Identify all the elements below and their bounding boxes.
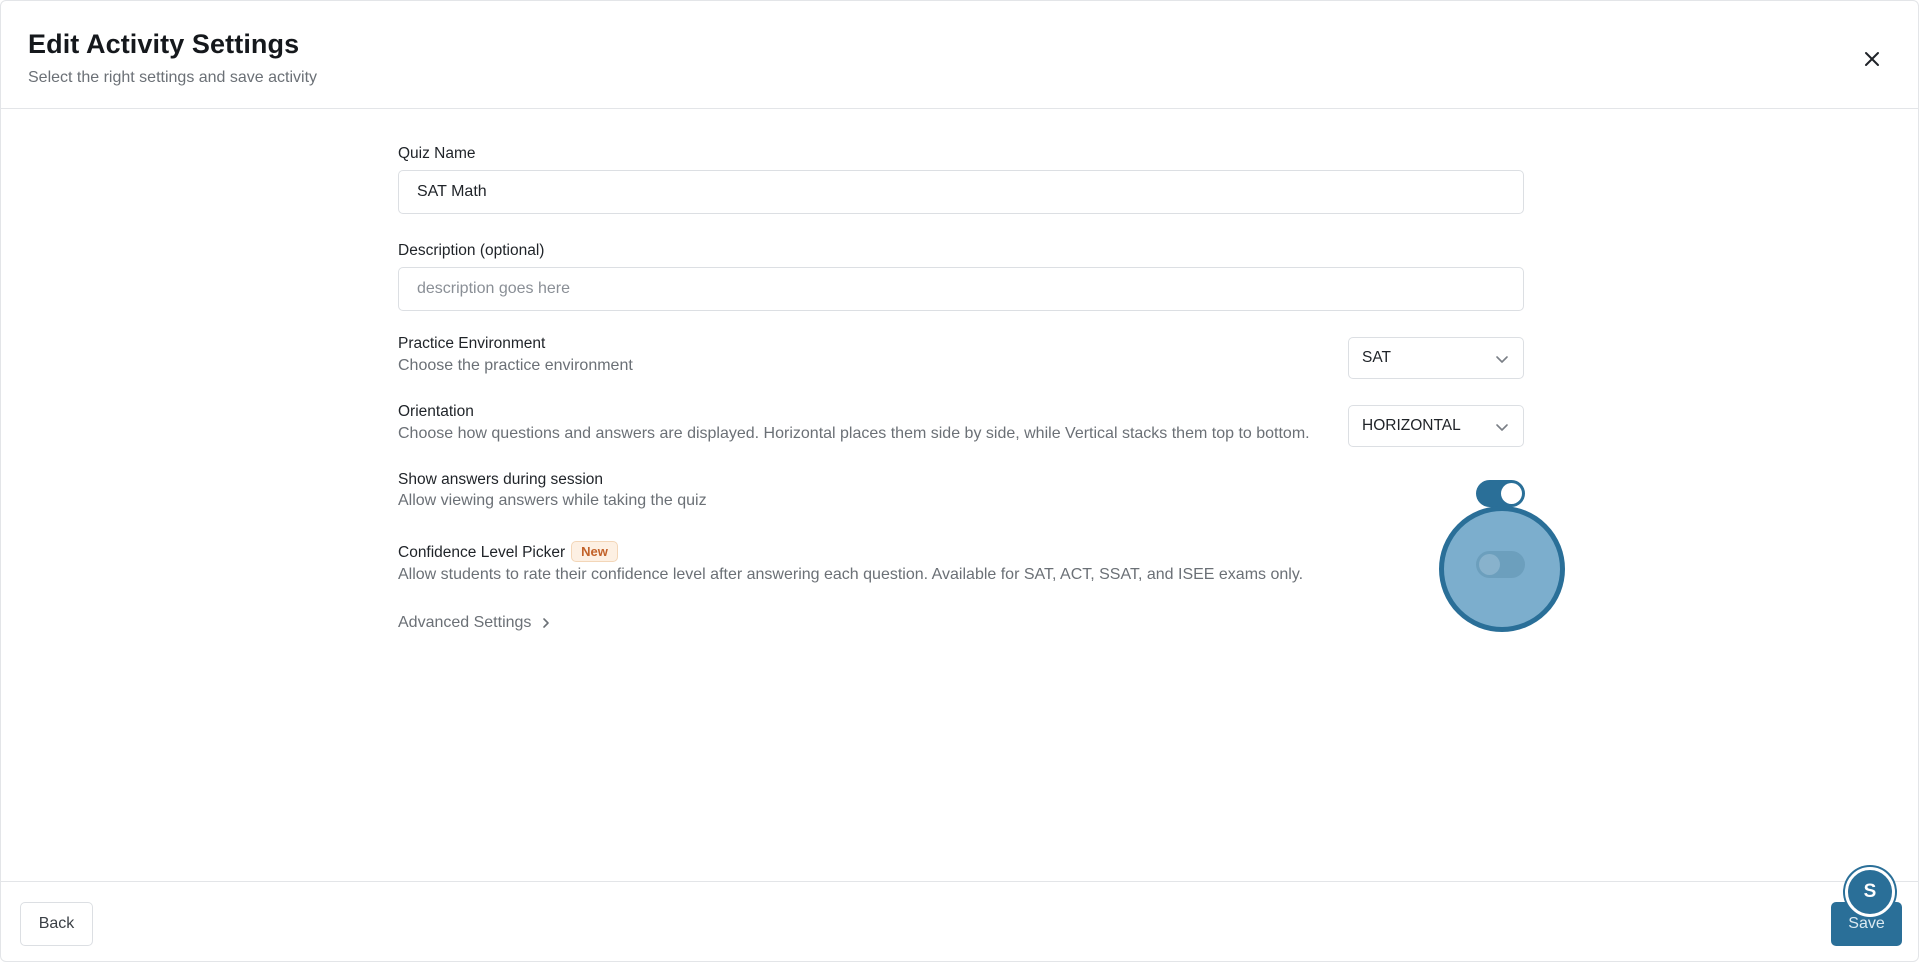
- chevron-down-icon: [1496, 356, 1508, 363]
- practice-environment-description: Choose the practice environment: [398, 357, 633, 374]
- description-label: Description (optional): [398, 242, 545, 259]
- toggle-knob: [1479, 554, 1500, 575]
- orientation-description: Choose how questions and answers are dis…: [398, 425, 1310, 442]
- advanced-settings-label: Advanced Settings: [398, 614, 532, 631]
- confidence-picker-toggle[interactable]: [1476, 551, 1525, 578]
- orientation-title: Orientation: [398, 403, 474, 420]
- orientation-select[interactable]: HORIZONTAL: [1348, 405, 1524, 447]
- close-button[interactable]: [1858, 45, 1886, 73]
- toggle-knob: [1501, 483, 1522, 504]
- practice-environment-value: SAT: [1362, 349, 1391, 366]
- confidence-picker-title: Confidence Level Picker New: [398, 541, 618, 562]
- show-answers-description: Allow viewing answers while taking the q…: [398, 492, 707, 509]
- show-answers-toggle[interactable]: [1476, 480, 1525, 507]
- page-subtitle: Select the right settings and save activ…: [28, 69, 318, 86]
- confidence-picker-label: Confidence Level Picker: [398, 544, 566, 561]
- practice-environment-select[interactable]: SAT: [1348, 337, 1524, 379]
- advanced-settings-link[interactable]: Advanced Settings: [398, 614, 551, 632]
- new-badge: New: [571, 541, 618, 562]
- help-chat-button[interactable]: S: [1845, 867, 1895, 917]
- orientation-value: HORIZONTAL: [1362, 417, 1461, 434]
- practice-environment-title: Practice Environment: [398, 335, 546, 352]
- chevron-right-icon: [543, 618, 550, 628]
- page-title: Edit Activity Settings: [28, 29, 300, 59]
- modal-header: Edit Activity Settings Select the right …: [1, 1, 1919, 109]
- modal-dialog: Edit Activity Settings Select the right …: [0, 0, 1919, 962]
- quiz-name-input[interactable]: [398, 170, 1524, 214]
- confidence-picker-description: Allow students to rate their confidence …: [398, 566, 1304, 583]
- show-answers-title: Show answers during session: [398, 471, 604, 488]
- modal-footer: Back Save: [1, 881, 1919, 962]
- back-button[interactable]: Back: [20, 902, 93, 946]
- close-icon: [1865, 52, 1879, 66]
- quiz-name-label: Quiz Name: [398, 145, 476, 162]
- chevron-down-icon: [1496, 424, 1508, 431]
- settings-form: Quiz Name Description (optional) Practic…: [398, 109, 1524, 881]
- help-chat-label: S: [1863, 881, 1877, 902]
- description-input[interactable]: [398, 267, 1524, 311]
